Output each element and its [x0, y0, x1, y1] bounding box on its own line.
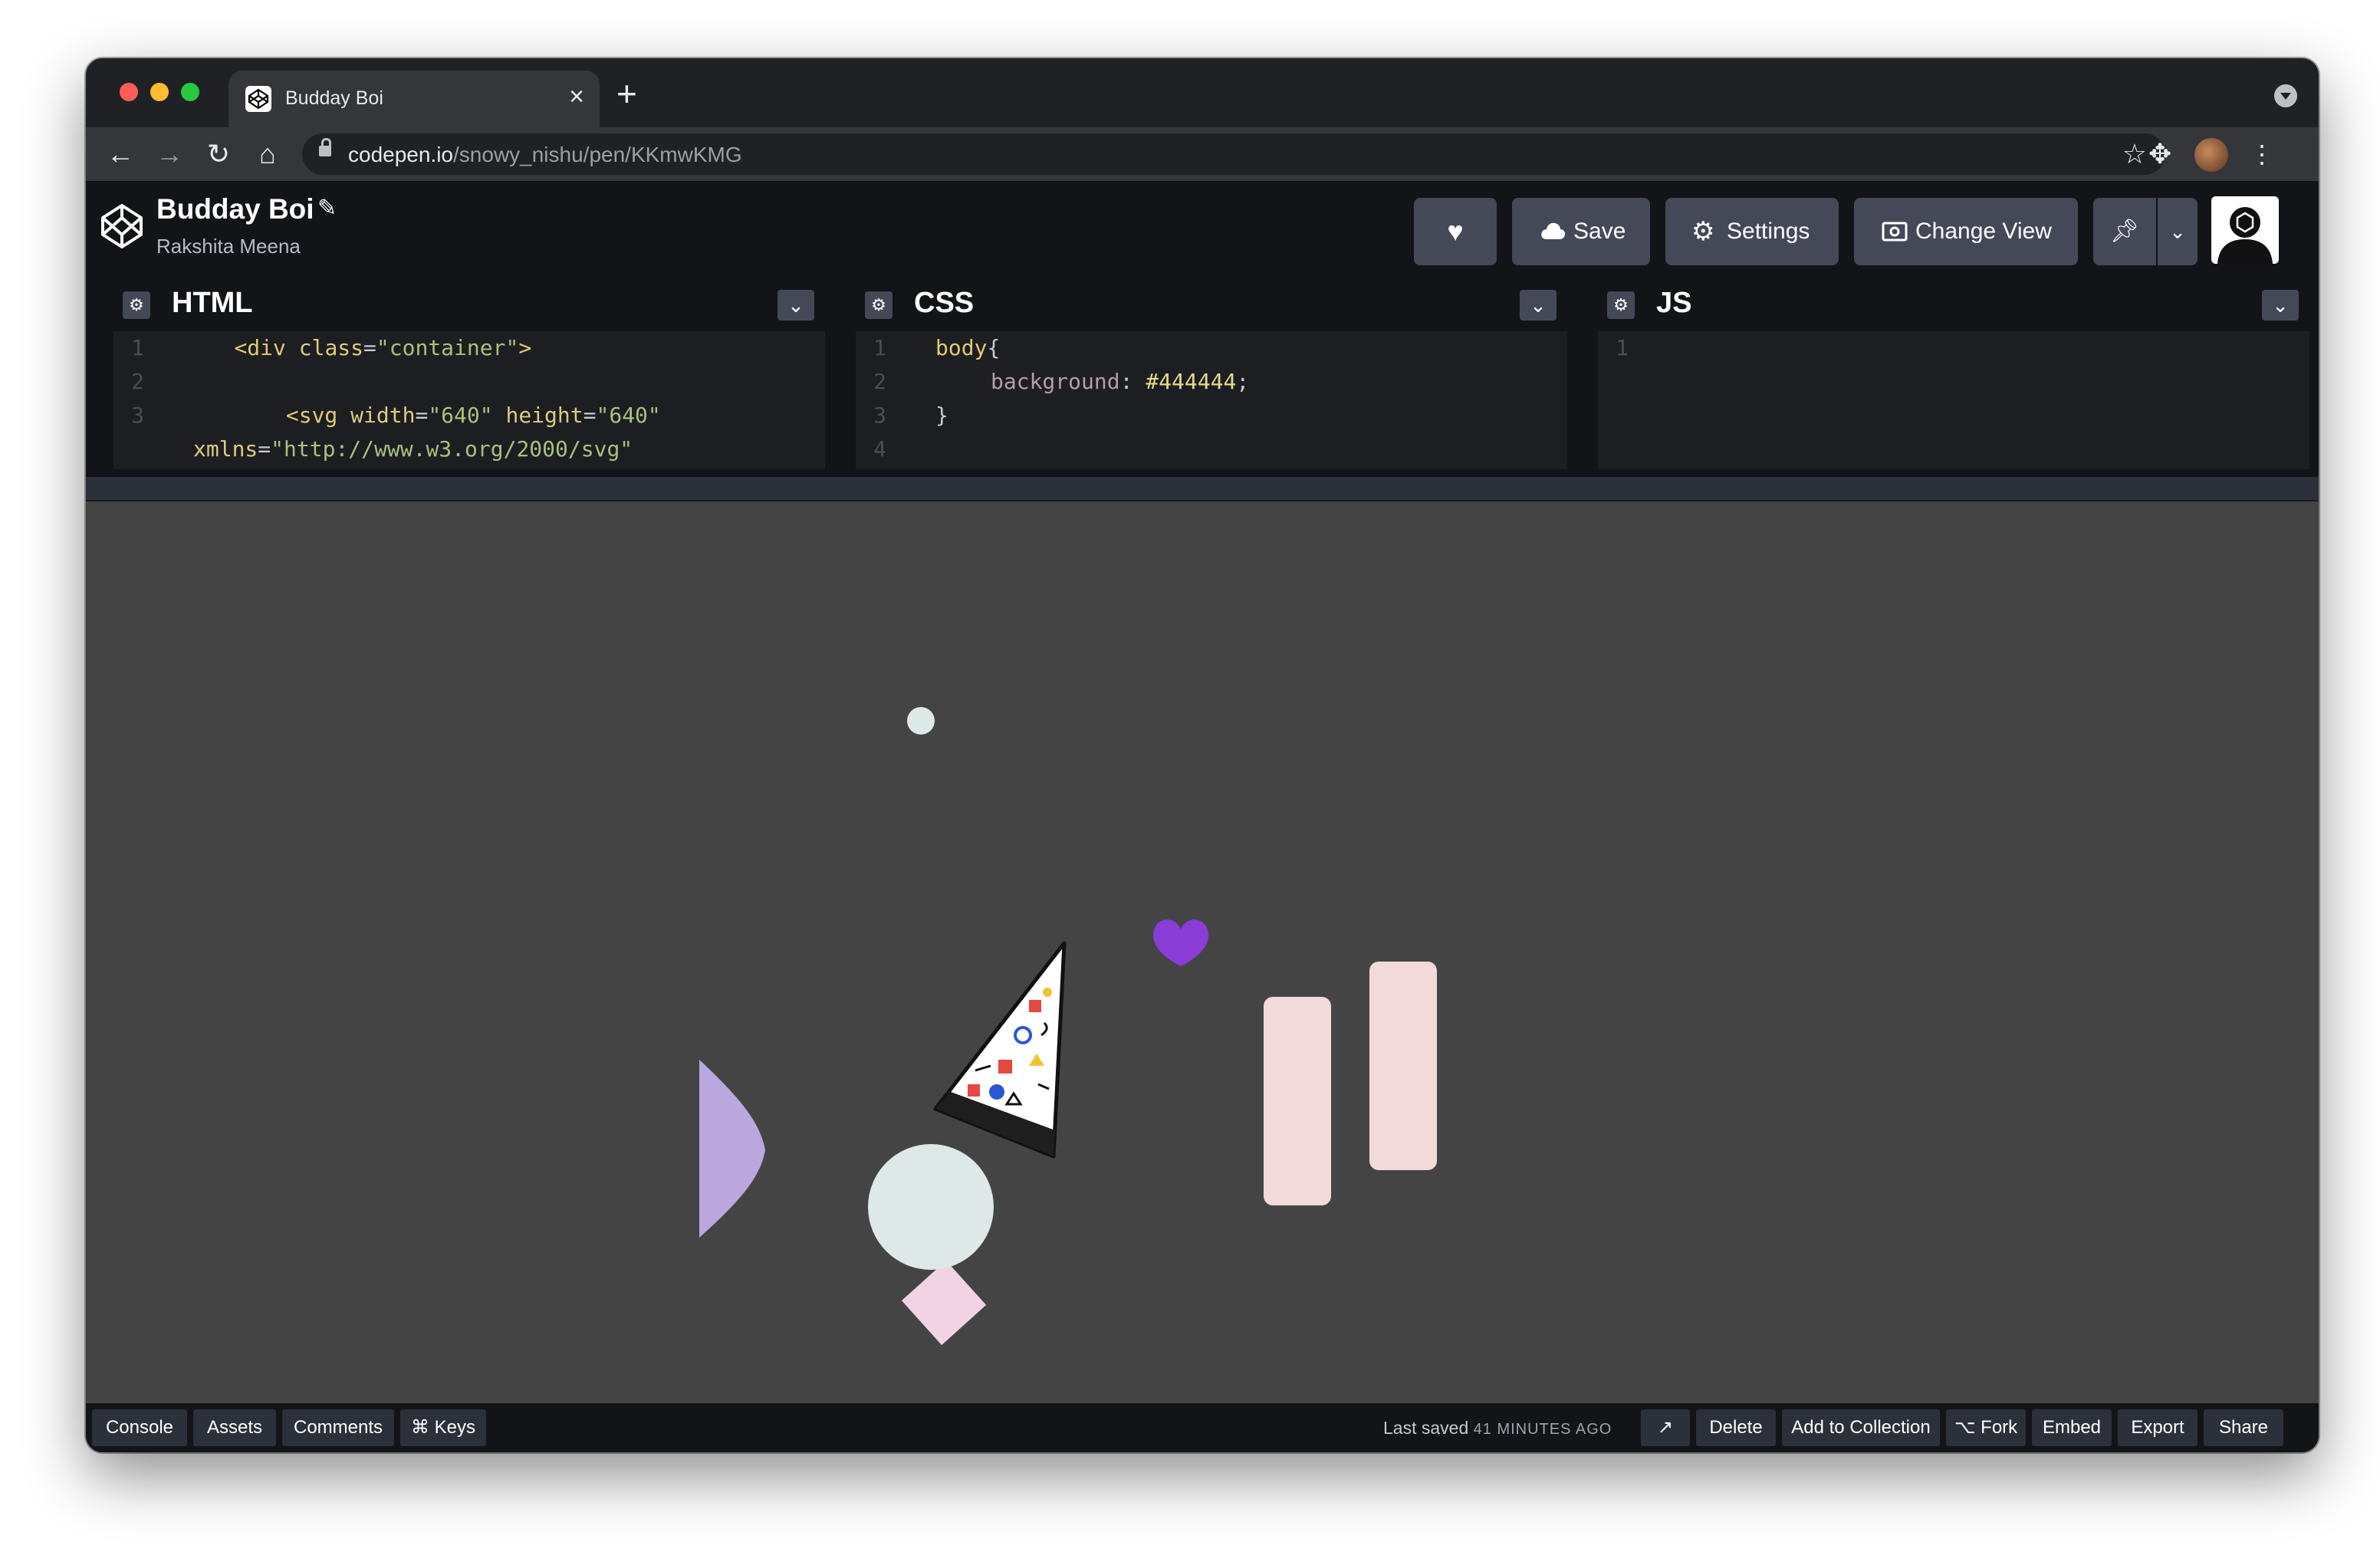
last-saved-status: Last saved 41 MINUTES AGO [1383, 1418, 1612, 1438]
code-line: <svg width="640" height="640" [285, 403, 661, 428]
open-external-button[interactable]: ↗ [1641, 1409, 1690, 1446]
heart-shape [1153, 919, 1208, 966]
pink-diamond-shape [901, 1260, 987, 1346]
tab-search-icon[interactable] [2274, 84, 2297, 107]
browser-window: Budday Boi × + ← → ↻ ⌂ codepen.io/snowy_… [86, 58, 2319, 1452]
js-editor-header: ⚙ JS ⌄ [1598, 278, 2309, 331]
css-editor[interactable]: ⚙ CSS ⌄ 1 2 3 4 body{ background: #44444… [856, 278, 1567, 469]
tab-close-icon[interactable]: × [569, 81, 584, 112]
keys-button[interactable]: ⌘ Keys [400, 1409, 486, 1446]
change-view-button[interactable]: Change View [1854, 198, 2078, 265]
party-hat-shape [933, 941, 1067, 1159]
home-icon[interactable]: ⌂ [248, 135, 287, 173]
lavender-shape [699, 1060, 765, 1238]
code-line: body{ [935, 335, 1001, 360]
heart-icon: ♥ [1447, 215, 1464, 247]
layout-icon [1882, 222, 1908, 242]
css-editor-header: ⚙ CSS ⌄ [856, 278, 1567, 331]
browser-tab[interactable]: Budday Boi × [228, 71, 600, 127]
js-settings-icon[interactable]: ⚙ [1607, 291, 1635, 319]
lock-icon [319, 138, 331, 156]
assets-button[interactable]: Assets [193, 1409, 276, 1446]
reload-icon[interactable]: ↻ [199, 135, 238, 173]
code-line: xmlns="http://www.w3.org/2000/svg" [193, 436, 633, 462]
css-collapse-icon[interactable]: ⌄ [1520, 290, 1557, 321]
html-editor-header: ⚙ HTML ⌄ [113, 278, 825, 331]
delete-button[interactable]: Delete [1696, 1409, 1776, 1446]
codepen-logo-icon[interactable] [97, 201, 147, 252]
maximize-window-button[interactable] [181, 83, 199, 101]
more-options-button[interactable]: ⌄ [2158, 198, 2198, 265]
pink-bar-left-shape [1264, 997, 1331, 1205]
pen-author[interactable]: Rakshita Meena [156, 235, 301, 258]
tab-strip: Budday Boi × + [86, 58, 2319, 127]
preview-pane[interactable] [86, 501, 2319, 1403]
html-collapse-icon[interactable]: ⌄ [777, 290, 814, 321]
back-icon[interactable]: ← [101, 135, 140, 173]
profile-avatar[interactable] [2194, 138, 2228, 172]
html-code[interactable]: 1 2 3 <div class="container"> <svg width… [113, 331, 825, 469]
css-editor-title: CSS [914, 287, 975, 319]
close-window-button[interactable] [120, 83, 138, 101]
code-line: } [935, 403, 948, 428]
code-line: background: #444444; [991, 369, 1250, 394]
address-bar[interactable]: codepen.io/snowy_nishu/pen/KKmwKMG ☆ [302, 133, 2165, 175]
browser-toolbar: ← → ↻ ⌂ codepen.io/snowy_nishu/pen/KKmwK… [86, 127, 2319, 181]
gear-icon: ⚙ [1691, 217, 1715, 246]
chevron-down-icon: ⌄ [2169, 220, 2186, 243]
code-line: <div class="container"> [234, 335, 532, 360]
like-button[interactable]: ♥ [1414, 198, 1497, 265]
cloud-icon [1541, 222, 1565, 239]
css-settings-icon[interactable]: ⚙ [865, 291, 893, 319]
export-button[interactable]: Export [2118, 1409, 2198, 1446]
codepen-header: Budday Boi ✎ Rakshita Meena ♥ Save ⚙ Set… [86, 181, 2319, 278]
pen-title[interactable]: Budday Boi [156, 193, 314, 225]
js-collapse-icon[interactable]: ⌄ [2262, 290, 2299, 321]
share-button[interactable]: Share [2204, 1409, 2283, 1446]
user-avatar[interactable] [2211, 196, 2279, 264]
embed-button[interactable]: Embed [2032, 1409, 2112, 1446]
bookmark-star-icon[interactable]: ☆ [2122, 138, 2147, 170]
pin-button[interactable]: 📌︎ [2093, 198, 2156, 265]
pin-icon: 📌︎ [2109, 219, 2140, 244]
add-to-collection-button[interactable]: Add to Collection [1782, 1409, 1940, 1446]
comments-button[interactable]: Comments [282, 1409, 394, 1446]
save-button[interactable]: Save [1512, 198, 1650, 265]
css-code[interactable]: 1 2 3 4 body{ background: #444444; } [856, 331, 1567, 469]
user-avatar-icon [2211, 196, 2279, 264]
editors-area: ⚙ HTML ⌄ 1 2 3 <div class="container"> <… [86, 278, 2319, 477]
console-button[interactable]: Console [92, 1409, 187, 1446]
preview-canvas [699, 707, 1437, 1346]
new-tab-icon[interactable]: + [616, 72, 637, 115]
minimize-window-button[interactable] [150, 83, 169, 101]
html-editor-title: HTML [172, 287, 253, 319]
settings-button[interactable]: ⚙ Settings [1665, 198, 1839, 265]
editor-resize-handle[interactable] [86, 477, 2319, 501]
small-dot-shape [907, 707, 935, 735]
fork-button[interactable]: ⌥ Fork [1946, 1409, 2026, 1446]
forward-icon[interactable]: → [150, 135, 189, 173]
edit-title-icon[interactable]: ✎ [317, 195, 337, 222]
tab-title: Budday Boi [285, 87, 383, 109]
html-editor[interactable]: ⚙ HTML ⌄ 1 2 3 <div class="container"> <… [113, 278, 825, 469]
external-link-icon: ↗ [1657, 1417, 1674, 1438]
js-editor-title: JS [1656, 287, 1692, 319]
codepen-favicon-icon [245, 86, 271, 112]
codepen-footer: Console Assets Comments ⌘ Keys Last save… [86, 1403, 2319, 1452]
pink-bar-right-shape [1369, 962, 1437, 1170]
url-text: codepen.io/snowy_nishu/pen/KKmwKMG [348, 143, 742, 166]
js-editor[interactable]: ⚙ JS ⌄ 1 [1598, 278, 2309, 469]
face-circle-shape [868, 1144, 994, 1270]
html-settings-icon[interactable]: ⚙ [123, 291, 150, 319]
browser-menu-icon[interactable]: ⋮ [2250, 136, 2274, 172]
js-code[interactable]: 1 [1598, 331, 2309, 469]
extensions-icon[interactable]: ✥ [2148, 138, 2171, 170]
